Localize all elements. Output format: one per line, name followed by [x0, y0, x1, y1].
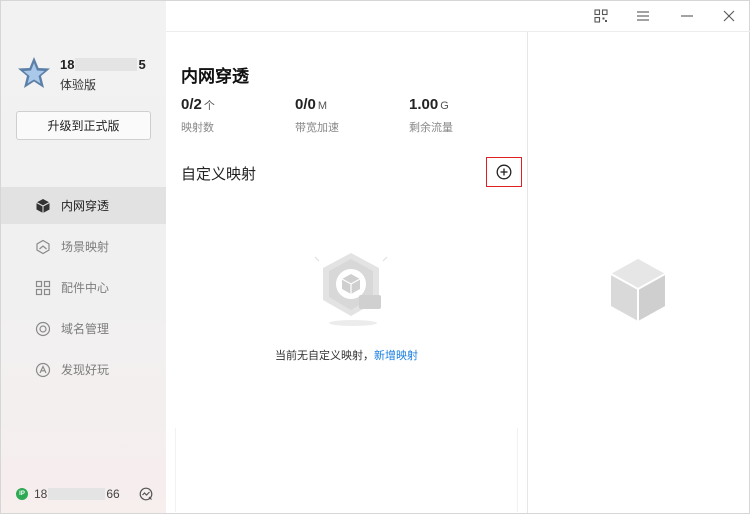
- minimize-button[interactable]: [677, 6, 697, 26]
- menu-icon: [637, 11, 649, 21]
- stat-bandwidth: 0/0 M 带宽加速: [295, 96, 339, 135]
- user-profile[interactable]: 18 5 体验版: [16, 55, 156, 95]
- ip-suffix: 66: [106, 487, 120, 501]
- empty-state-message: 当前无自定义映射，新增映射: [166, 347, 527, 363]
- sidebar: 18 5 体验版 升级到正式版 内网穿透 场景映射 配件中心 域名管理 发现好玩…: [1, 1, 166, 513]
- sidebar-item-label: 配件中心: [61, 281, 110, 295]
- stat-unit: M: [317, 100, 328, 112]
- stat-value-row: 1.00 G: [409, 96, 453, 113]
- speed-test-icon[interactable]: [139, 487, 153, 501]
- stat-label: 映射数: [181, 122, 214, 134]
- username-suffix: 5: [138, 57, 146, 72]
- avatar-star-icon: [18, 57, 50, 88]
- empty-state-text: 当前无自定义映射，: [275, 350, 374, 362]
- ip-badge-icon: IP: [16, 488, 28, 500]
- app-window: 18 5 体验版 升级到正式版 内网穿透 场景映射 配件中心 域名管理 发现好玩…: [0, 0, 750, 514]
- menu-button[interactable]: [633, 6, 653, 26]
- domain-icon: [35, 321, 51, 337]
- sidebar-item-intranet[interactable]: 内网穿透: [1, 187, 166, 224]
- ip-mask: [48, 488, 106, 500]
- upgrade-button[interactable]: 升级到正式版: [16, 111, 151, 140]
- sidebar-item-label: 内网穿透: [61, 199, 110, 213]
- username-mask: [75, 58, 138, 71]
- qr-code-button[interactable]: [591, 6, 611, 26]
- stat-value: 0/0: [295, 96, 316, 113]
- sidebar-item-label: 域名管理: [61, 322, 110, 336]
- empty-state-illustration: [314, 253, 388, 326]
- sidebar-item-accessories[interactable]: 配件中心: [1, 269, 166, 306]
- username: 18 5: [60, 57, 146, 72]
- stat-mapping-count: 0/2 个 映射数: [181, 96, 215, 135]
- sidebar-item-label: 场景映射: [61, 240, 110, 254]
- stat-value: 0/2: [181, 96, 202, 113]
- add-mapping-button[interactable]: [486, 157, 522, 187]
- cube-placeholder-icon: [610, 259, 666, 321]
- sidebar-item-label: 发现好玩: [61, 363, 110, 377]
- plan-label: 体验版: [60, 78, 97, 92]
- stat-label: 带宽加速: [295, 122, 339, 134]
- panel-divider: [527, 32, 528, 513]
- username-prefix: 18: [60, 57, 75, 72]
- stat-remaining-traffic: 1.00 G 剩余流量: [409, 96, 453, 135]
- stat-value-row: 0/0 M: [295, 96, 339, 113]
- close-button[interactable]: [719, 6, 739, 26]
- sidebar-item-domain[interactable]: 域名管理: [1, 310, 166, 347]
- discover-icon: [35, 362, 51, 378]
- cube-icon: [35, 198, 51, 214]
- main-panel: 内网穿透 0/2 个 映射数 0/0 M 带宽加速 1.00 G 剩余流量 自定义映射: [166, 32, 527, 513]
- qr-code-icon: [594, 9, 608, 23]
- section-title: 自定义映射: [181, 166, 257, 183]
- stat-value: 1.00: [409, 96, 439, 113]
- minimize-icon: [681, 15, 693, 17]
- page-title: 内网穿透: [181, 67, 249, 86]
- sidebar-item-discover[interactable]: 发现好玩: [1, 351, 166, 388]
- plus-circle-icon: [496, 164, 512, 180]
- scene-icon: [35, 239, 51, 255]
- ip-status: IP 18 66: [16, 487, 120, 501]
- close-icon: [723, 10, 735, 22]
- stat-unit: G: [440, 100, 449, 112]
- stat-unit: 个: [203, 100, 215, 112]
- grid-icon: [35, 280, 51, 296]
- ip-prefix: 18: [34, 487, 48, 501]
- sidebar-item-scene[interactable]: 场景映射: [1, 228, 166, 265]
- list-area-frame: [175, 428, 518, 512]
- stat-label: 剩余流量: [409, 122, 453, 134]
- sidebar-nav: 内网穿透 场景映射 配件中心 域名管理 发现好玩: [1, 187, 166, 392]
- add-mapping-link[interactable]: 新增映射: [374, 350, 418, 362]
- stat-value-row: 0/2 个: [181, 96, 215, 113]
